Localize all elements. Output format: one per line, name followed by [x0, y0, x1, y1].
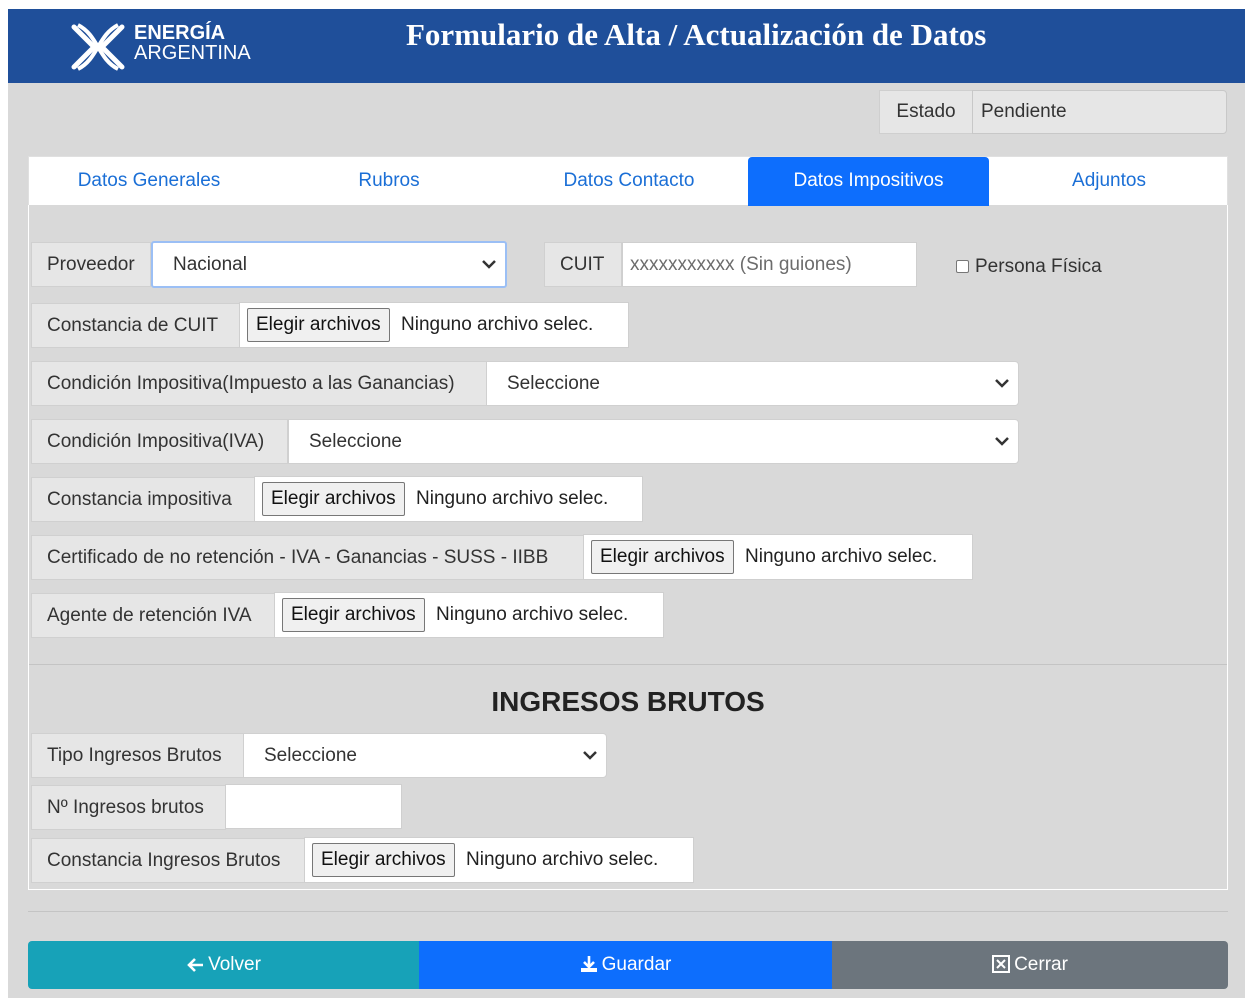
logo-line2: ARGENTINA	[134, 42, 251, 64]
constancia-ingresos-file-status: Ninguno archivo selec.	[466, 849, 659, 870]
proveedor-label: Proveedor	[31, 242, 151, 287]
chevron-down-icon	[995, 379, 1009, 388]
ingresos-brutos-title: INGRESOS BRUTOS	[491, 686, 765, 717]
proveedor-value: Nacional	[173, 254, 247, 275]
cert-no-retencion-file-input[interactable]: Elegir archivos Ninguno archivo selec.	[583, 534, 973, 580]
cond-ganancias-select[interactable]: Seleccione	[486, 361, 1019, 406]
cert-no-retencion-label: Certificado de no retención - IVA - Gana…	[31, 535, 584, 580]
persona-fisica-label: Persona Física	[975, 256, 1102, 277]
persona-fisica-option[interactable]: Persona Física	[956, 256, 1102, 278]
numero-ingresos-input[interactable]	[225, 784, 402, 829]
persona-fisica-checkbox[interactable]	[956, 260, 969, 274]
cerrar-label: Cerrar	[1014, 954, 1068, 975]
constancia-impositiva-choose-button[interactable]: Elegir archivos	[262, 482, 405, 516]
volver-label: Volver	[208, 954, 261, 975]
footer-divider	[28, 911, 1228, 912]
cond-iva-value: Seleccione	[309, 431, 402, 452]
cond-iva-select[interactable]: Seleccione	[288, 419, 1019, 464]
constancia-impositiva-file-status: Ninguno archivo selec.	[416, 488, 609, 509]
constancia-ingresos-choose-button[interactable]: Elegir archivos	[312, 843, 455, 877]
cond-ganancias-value: Seleccione	[507, 373, 600, 394]
guardar-label: Guardar	[601, 954, 672, 975]
tipo-ingresos-value: Seleccione	[264, 745, 357, 766]
agente-retencion-file-status: Ninguno archivo selec.	[436, 604, 629, 625]
tab-datos-contacto[interactable]: Datos Contacto	[509, 157, 749, 206]
page-title: Formulario de Alta / Actualización de Da…	[406, 17, 987, 52]
arrow-left-icon	[187, 958, 204, 972]
agente-retencion-choose-button[interactable]: Elegir archivos	[282, 598, 425, 632]
chevron-down-icon	[995, 437, 1009, 446]
tab-datos-generales[interactable]: Datos Generales	[29, 157, 269, 206]
chevron-down-icon	[482, 260, 496, 269]
constancia-cuit-file-input[interactable]: Elegir archivos Ninguno archivo selec.	[239, 302, 629, 348]
volver-button[interactable]: Volver	[28, 941, 419, 989]
header-bar: ENERGÍA ARGENTINA Formulario de Alta / A…	[8, 9, 1245, 83]
constancia-impositiva-label: Constancia impositiva	[31, 477, 255, 522]
constancia-ingresos-label: Constancia Ingresos Brutos	[31, 838, 305, 883]
constancia-impositiva-file-input[interactable]: Elegir archivos Ninguno archivo selec.	[254, 476, 643, 522]
cert-no-retencion-file-status: Ninguno archivo selec.	[745, 546, 938, 567]
cert-no-retencion-choose-button[interactable]: Elegir archivos	[591, 540, 734, 574]
tab-datos-impositivos[interactable]: Datos Impositivos	[748, 157, 989, 206]
tab-adjuntos[interactable]: Adjuntos	[989, 157, 1229, 206]
chevron-down-icon	[583, 751, 597, 760]
cuit-input[interactable]: xxxxxxxxxxx (Sin guiones)	[622, 242, 917, 287]
section-divider	[29, 664, 1227, 665]
tab-rubros[interactable]: Rubros	[269, 157, 509, 206]
guardar-button[interactable]: Guardar	[419, 941, 832, 989]
estado-field: Pendiente	[972, 90, 1227, 134]
constancia-cuit-choose-button[interactable]: Elegir archivos	[247, 308, 390, 342]
cerrar-button[interactable]: Cerrar	[832, 941, 1228, 989]
cond-iva-label: Condición Impositiva(IVA)	[31, 419, 288, 464]
constancia-ingresos-file-input[interactable]: Elegir archivos Ninguno archivo selec.	[304, 837, 694, 883]
cond-ganancias-label: Condición Impositiva(Impuesto a las Gana…	[31, 361, 487, 406]
constancia-cuit-file-status: Ninguno archivo selec.	[401, 314, 594, 335]
estado-label: Estado	[879, 90, 972, 134]
tipo-ingresos-label: Tipo Ingresos Brutos	[31, 733, 244, 778]
agente-retencion-label: Agente de retención IVA	[31, 593, 275, 638]
tipo-ingresos-select[interactable]: Seleccione	[243, 733, 607, 778]
proveedor-select[interactable]: Nacional	[151, 241, 507, 288]
tab-bar: Datos Generales Rubros Datos Contacto Da…	[28, 156, 1229, 206]
numero-ingresos-label: Nº Ingresos brutos	[31, 785, 226, 830]
download-icon	[580, 956, 597, 972]
agente-retencion-file-input[interactable]: Elegir archivos Ninguno archivo selec.	[274, 592, 664, 638]
constancia-cuit-label: Constancia de CUIT	[31, 303, 240, 348]
energia-argentina-logo: ENERGÍA ARGENTINA	[68, 19, 268, 75]
cuit-label: CUIT	[544, 242, 622, 287]
logo-line1: ENERGÍA	[134, 22, 226, 44]
page: ENERGÍA ARGENTINA Formulario de Alta / A…	[8, 9, 1245, 998]
logo-mark-icon	[71, 23, 125, 71]
x-square-icon	[992, 955, 1011, 973]
